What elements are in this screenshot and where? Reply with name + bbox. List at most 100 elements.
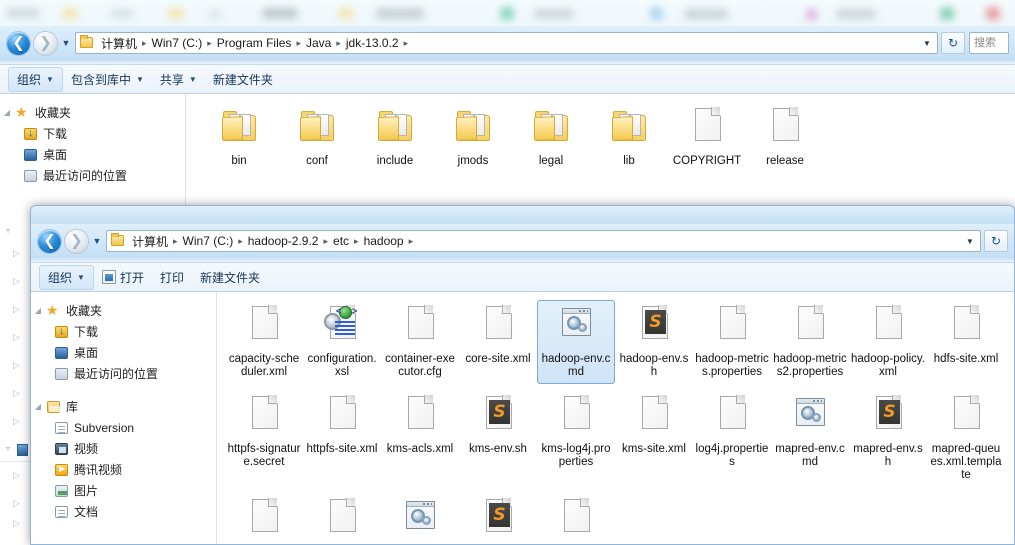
file-tile[interactable]: container-executor.cfg <box>381 300 459 384</box>
forward-button[interactable]: ❯ <box>33 30 58 56</box>
file-tile[interactable]: httpfs-site.xml <box>303 390 381 487</box>
address-dropdown-icon[interactable]: ▼ <box>962 237 978 246</box>
tree-twisty-icon[interactable]: ▷ <box>13 332 20 343</box>
front-title-bar[interactable] <box>31 206 1014 224</box>
breadcrumb-separator-icon[interactable]: ▸ <box>353 236 360 247</box>
sidebar-item-视频[interactable]: 视频 <box>31 438 216 459</box>
file-tile[interactable]: release <box>746 102 824 173</box>
breadcrumb-item[interactable]: Program Files <box>213 35 296 51</box>
tree-twisty-icon[interactable]: ▷ <box>13 248 20 259</box>
breadcrumb-separator-icon[interactable]: ▸ <box>335 38 342 49</box>
front-navigation-pane[interactable]: ◢★收藏夹下载桌面最近访问的位置 ◢库Subversion视频腾讯视频图片文档 <box>31 292 217 544</box>
toolbar-item-打印[interactable]: 打印 <box>152 266 192 289</box>
tree-twisty-icon[interactable]: ▷ <box>13 360 20 371</box>
file-tile[interactable] <box>225 493 303 544</box>
breadcrumb-item[interactable]: etc <box>329 233 353 249</box>
explorer-window-hadoop[interactable]: ❮ ❯ ▼ 计算机 ▸ Win7 (C:) ▸ hadoop-2.9.2 ▸ etc ▸ had… <box>30 205 1015 545</box>
file-tile[interactable]: mapred-env.cmd <box>771 390 849 487</box>
tree-twisty-icon[interactable]: ▷ <box>13 470 20 481</box>
back-button[interactable]: ❮ <box>6 30 31 56</box>
file-tile[interactable]: hdfs-site.xml <box>927 300 1005 384</box>
file-tile[interactable] <box>303 493 381 544</box>
sidebar-item-下载[interactable]: 下载 <box>0 123 185 144</box>
toolbar-item-新建文件夹[interactable]: 新建文件夹 <box>192 266 268 289</box>
sidebar-item-腾讯视频[interactable]: 腾讯视频 <box>31 459 216 480</box>
file-tile[interactable]: jmods <box>434 102 512 173</box>
front-address-bar[interactable]: 计算机 ▸ Win7 (C:) ▸ hadoop-2.9.2 ▸ etc ▸ hadoop ▸ ▼ <box>106 230 981 252</box>
back-address-bar[interactable]: 计算机 ▸ Win7 (C:) ▸ Program Files ▸ Java ▸ jdk-13.… <box>75 32 938 54</box>
sidebar-item-库[interactable]: ◢ 库 <box>31 396 216 417</box>
tree-twisty-icon[interactable]: ▷ <box>13 416 20 427</box>
file-tile[interactable]: mapred-queues.xml.template <box>927 390 1005 487</box>
tree-twisty-icon[interactable]: ▿ <box>6 444 10 453</box>
toolbar-item-新建文件夹[interactable]: 新建文件夹 <box>205 68 281 91</box>
sidebar-item-文档[interactable]: 文档 <box>31 501 216 522</box>
file-tile-selected[interactable]: hadoop-env.cmd <box>537 300 615 384</box>
breadcrumb-item[interactable]: 计算机 <box>97 34 141 53</box>
breadcrumb-separator-icon[interactable]: ▸ <box>206 38 213 49</box>
front-file-list[interactable]: capacity-scheduler.xml < > configuration.xs… <box>217 292 1014 544</box>
address-dropdown-icon[interactable]: ▼ <box>919 39 935 48</box>
sidebar-item-Subversion[interactable]: Subversion <box>31 417 216 438</box>
file-tile[interactable]: core-site.xml <box>459 300 537 384</box>
sidebar-item-桌面[interactable]: 桌面 <box>0 144 185 165</box>
breadcrumb-separator-icon[interactable]: ▸ <box>172 236 179 247</box>
file-tile[interactable]: capacity-scheduler.xml <box>225 300 303 384</box>
file-tile[interactable]: kms-site.xml <box>615 390 693 487</box>
breadcrumb-item[interactable]: Win7 (C:) <box>148 35 207 51</box>
breadcrumb-item[interactable]: hadoop-2.9.2 <box>244 233 323 249</box>
file-tile[interactable]: httpfs-signature.secret <box>225 390 303 487</box>
toolbar-item-打开[interactable]: 打开 <box>94 266 152 289</box>
file-tile[interactable]: kms-log4j.properties <box>537 390 615 487</box>
file-tile[interactable]: hadoop-metrics2.properties <box>771 300 849 384</box>
toolbar-item-包含到库中[interactable]: 包含到库中 ▼ <box>63 68 152 91</box>
file-tile[interactable]: kms-acls.xml <box>381 390 459 487</box>
sidebar-item-最近访问的位置[interactable]: 最近访问的位置 <box>0 165 185 186</box>
sidebar-item-下载[interactable]: 下载 <box>31 321 216 342</box>
sidebar-item-收藏夹[interactable]: ◢ ★ 收藏夹 <box>31 300 216 321</box>
recent-pages-icon[interactable]: ▼ <box>90 236 104 246</box>
file-tile[interactable] <box>537 493 615 544</box>
refresh-button[interactable]: ↻ <box>984 230 1008 252</box>
sidebar-item-桌面[interactable]: 桌面 <box>31 342 216 363</box>
sidebar-item-图片[interactable]: 图片 <box>31 480 216 501</box>
tree-twisty-icon[interactable]: ▷ <box>13 518 20 529</box>
sidebar-item-最近访问的位置[interactable]: 最近访问的位置 <box>31 363 216 384</box>
tree-twisty-icon[interactable]: ◢ <box>0 108 14 117</box>
file-tile[interactable]: Smapred-env.sh <box>849 390 927 487</box>
file-tile[interactable]: bin <box>200 102 278 173</box>
file-tile[interactable]: log4j.properties <box>693 390 771 487</box>
file-tile[interactable]: legal <box>512 102 590 173</box>
recent-pages-icon[interactable]: ▼ <box>59 38 73 48</box>
back-search-input[interactable]: 搜索 <box>969 32 1009 54</box>
file-tile[interactable]: hadoop-policy.xml <box>849 300 927 384</box>
refresh-button[interactable]: ↻ <box>941 32 965 54</box>
tree-twisty-icon[interactable]: ▷ <box>13 388 20 399</box>
tree-twisty-icon[interactable]: ◢ <box>31 306 45 315</box>
tree-twisty-icon[interactable]: ▷ <box>13 304 20 315</box>
file-tile[interactable]: hadoop-metrics.properties <box>693 300 771 384</box>
breadcrumb-item[interactable]: jdk-13.0.2 <box>342 35 403 51</box>
tree-twisty-icon[interactable]: ▷ <box>13 498 20 509</box>
breadcrumb-item[interactable]: Java <box>302 35 335 51</box>
file-tile[interactable]: COPYRIGHT <box>668 102 746 173</box>
sidebar-item-收藏夹[interactable]: ◢ ★ 收藏夹 <box>0 102 185 123</box>
file-tile[interactable] <box>381 493 459 544</box>
breadcrumb-separator-icon[interactable]: ▸ <box>141 38 148 49</box>
forward-button[interactable]: ❯ <box>64 228 89 254</box>
breadcrumb-separator-icon[interactable]: ▸ <box>295 38 302 49</box>
file-tile[interactable]: lib <box>590 102 668 173</box>
breadcrumb-separator-icon[interactable]: ▸ <box>408 236 415 247</box>
tree-twisty-icon[interactable]: ▿ <box>6 226 10 235</box>
breadcrumb-item[interactable]: hadoop <box>360 233 408 249</box>
breadcrumb-separator-icon[interactable]: ▸ <box>403 38 410 49</box>
file-tile[interactable]: S <box>459 493 537 544</box>
toolbar-item-组织[interactable]: 组织 ▼ <box>39 264 94 290</box>
file-tile[interactable]: include <box>356 102 434 173</box>
file-tile[interactable]: < > configuration.xsl <box>303 300 381 384</box>
file-tile[interactable]: Shadoop-env.sh <box>615 300 693 384</box>
back-button[interactable]: ❮ <box>37 228 62 254</box>
file-tile[interactable]: Skms-env.sh <box>459 390 537 487</box>
breadcrumb-separator-icon[interactable]: ▸ <box>237 236 244 247</box>
toolbar-item-组织[interactable]: 组织 ▼ <box>8 66 63 92</box>
